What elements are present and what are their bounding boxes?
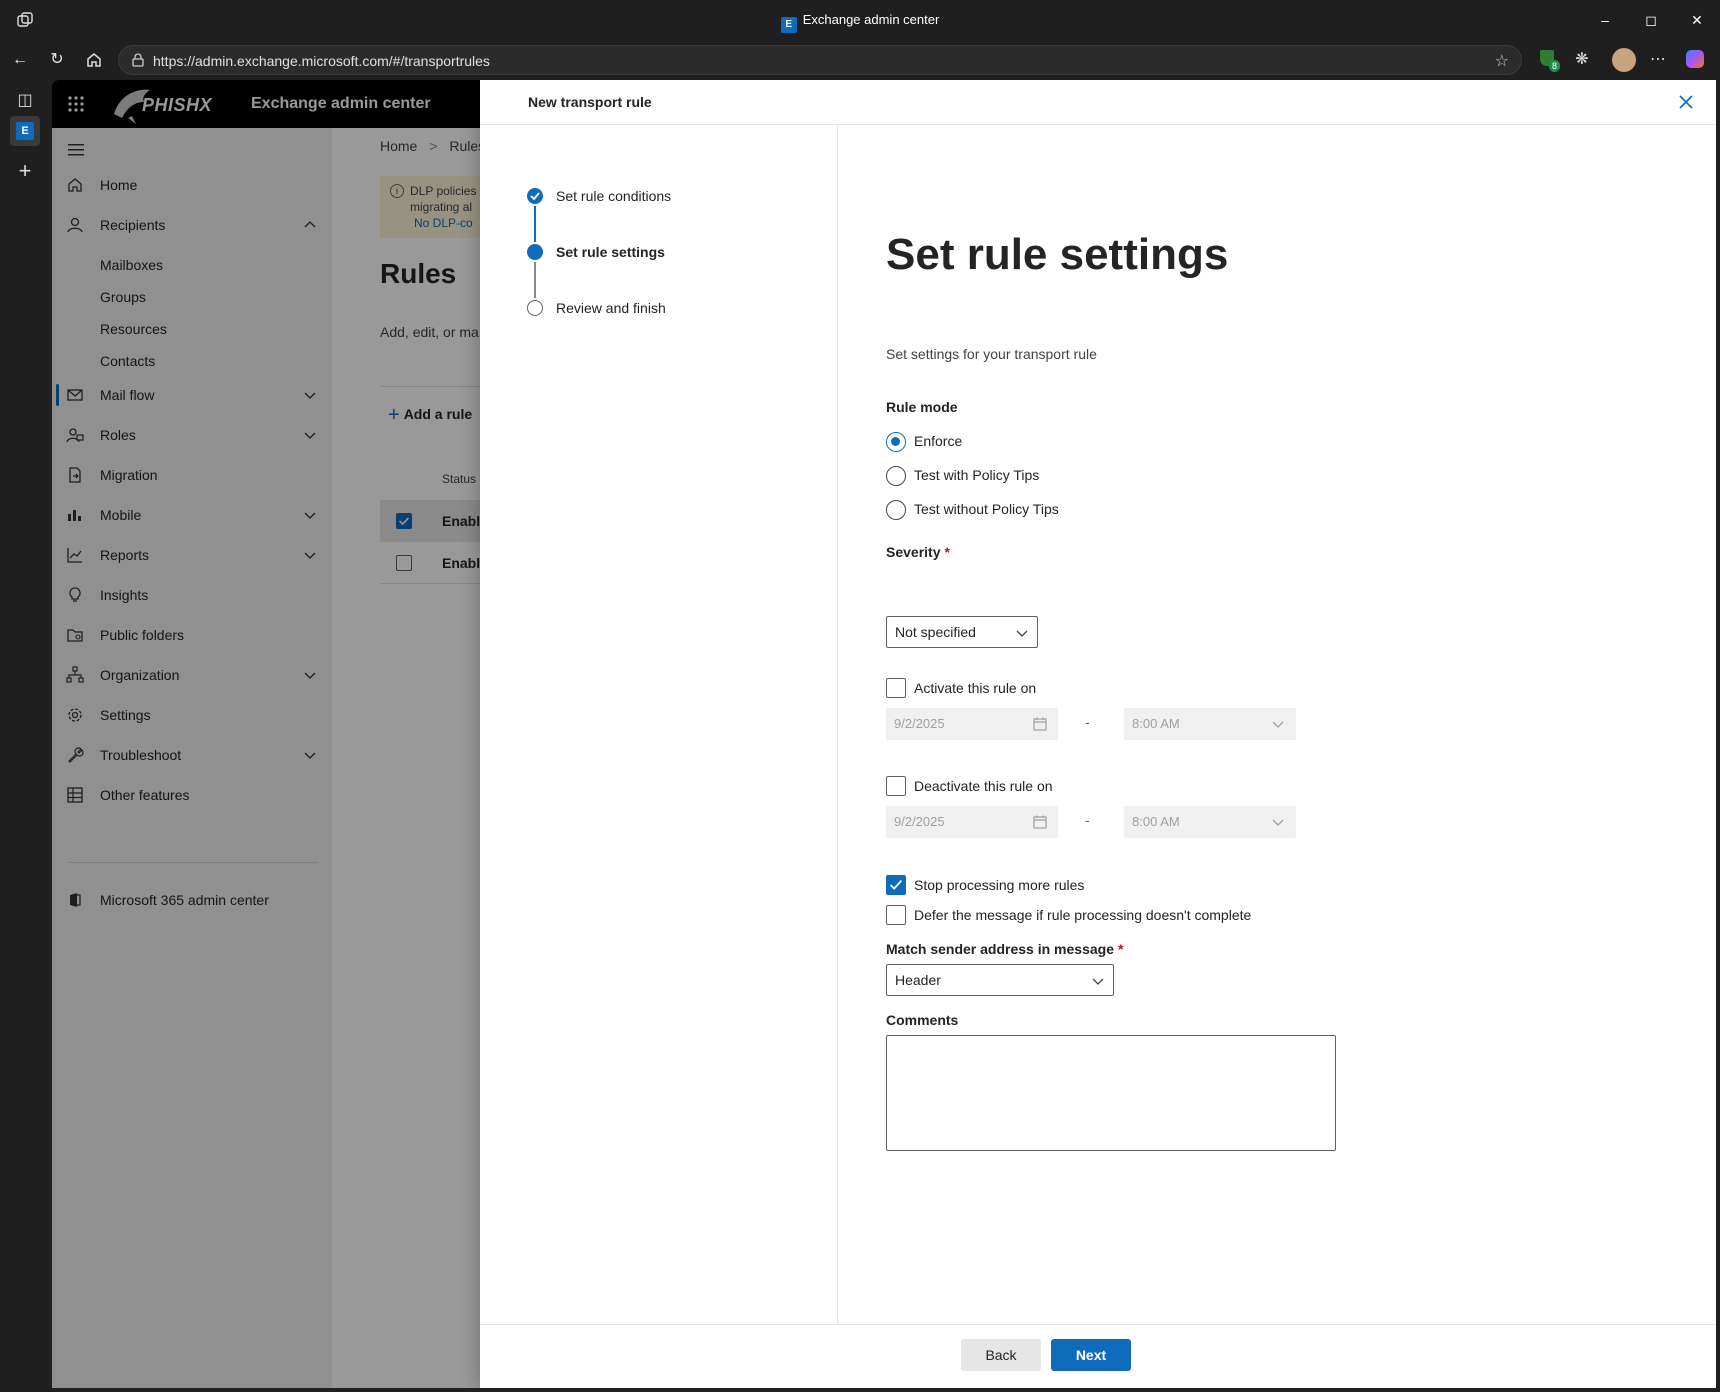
back-button[interactable]: Back [961,1339,1041,1371]
tab-actions-icon[interactable]: ◫ [10,86,40,116]
more-options-icon[interactable]: ⋯ [1648,50,1668,70]
step-current-icon [527,244,543,260]
checkmark-icon [889,879,903,890]
tab-exchange-admin[interactable]: E [10,116,40,146]
required-mark: * [1118,941,1124,957]
panel-content: Set rule settings Set settings for your … [838,126,1716,1326]
window-title-text: Exchange admin center [802,12,940,27]
severity-label-text: Severity [886,544,941,560]
maximize-button[interactable]: ◻ [1628,8,1674,32]
step-complete-icon [527,188,543,204]
exchange-app-icon: E [780,17,797,33]
panel-header: New transport rule [480,80,1716,125]
rule-mode-label: Rule mode [886,399,958,415]
activate-date-field: 9/2/2025 [886,708,1058,740]
section-subheading: Set settings for your transport rule [886,346,1097,362]
comments-label: Comments [886,1012,959,1028]
extensions-puzzle-icon[interactable]: ❋ [1572,50,1592,70]
activate-time-value: 8:00 AM [1132,716,1180,731]
address-row: ← ↻ https://admin.exchange.microsoft.com… [0,40,1720,80]
section-heading: Set rule settings [886,230,1229,279]
match-sender-value: Header [895,972,941,988]
radio-enforce[interactable] [886,432,906,452]
step-connector [534,262,536,298]
close-icon[interactable] [1676,92,1696,112]
stop-processing-label[interactable]: Stop processing more rules [914,877,1084,893]
chevron-down-icon [1016,630,1028,637]
step-connector [534,206,536,242]
home-icon[interactable] [84,50,104,70]
url-text: https://admin.exchange.microsoft.com/#/t… [153,53,490,69]
chevron-down-icon [1272,721,1284,728]
step-pending-icon [527,300,543,316]
panel-title: New transport rule [528,94,652,110]
exchange-tab-icon: E [16,121,34,140]
chevron-down-icon [1272,819,1284,826]
severity-label: Severity * [886,544,950,560]
comments-textarea[interactable] [886,1035,1336,1151]
activate-rule-checkbox[interactable] [886,678,906,698]
radio-enforce-label[interactable]: Enforce [914,433,962,449]
next-button[interactable]: Next [1051,1339,1131,1371]
back-arrow-icon[interactable]: ← [10,50,30,70]
severity-value: Not specified [895,624,976,640]
chevron-down-icon [1092,978,1104,985]
radio-test-without-label[interactable]: Test without Policy Tips [914,501,1059,517]
stop-processing-checkbox[interactable] [886,875,906,895]
match-sender-dropdown[interactable]: Header [886,964,1114,996]
minimize-button[interactable]: – [1582,8,1628,32]
extension-badge: 8 [1549,60,1561,72]
calendar-icon [1033,717,1047,731]
profile-avatar[interactable] [1612,48,1636,72]
panel-footer: Back Next [480,1324,1716,1388]
range-dash: - [1085,812,1090,828]
new-tab-plus-icon[interactable]: + [10,156,40,186]
radio-test-with-policy-tips[interactable] [886,466,906,486]
close-window-button[interactable]: ✕ [1674,8,1720,32]
copilot-icon[interactable] [1685,50,1705,70]
activate-rule-label[interactable]: Activate this rule on [914,680,1036,696]
address-bar[interactable]: https://admin.exchange.microsoft.com/#/t… [118,45,1522,75]
match-sender-label-text: Match sender address in message [886,941,1114,957]
wizard-stepper: Set rule conditions Set rule settings Re… [480,126,838,1326]
activate-time-field: 8:00 AM [1124,708,1296,740]
step-set-rule-conditions[interactable]: Set rule conditions [556,188,671,204]
range-dash: - [1085,714,1090,730]
deactivate-date-field: 9/2/2025 [886,806,1058,838]
defer-message-label[interactable]: Defer the message if rule processing doe… [914,907,1251,923]
new-transport-rule-panel: New transport rule Set rule conditions S… [480,80,1716,1388]
site-info-icon[interactable] [131,53,145,67]
deactivate-time-field: 8:00 AM [1124,806,1296,838]
deactivate-time-value: 8:00 AM [1132,814,1180,829]
extension-shield-icon[interactable]: 8 [1537,50,1561,72]
deactivate-rule-checkbox[interactable] [886,776,906,796]
step-set-rule-settings[interactable]: Set rule settings [556,244,665,260]
radio-test-without-policy-tips[interactable] [886,500,906,520]
radio-test-with-label[interactable]: Test with Policy Tips [914,467,1039,483]
required-mark: * [944,544,950,560]
defer-message-checkbox[interactable] [886,905,906,925]
calendar-icon [1033,815,1047,829]
match-sender-label: Match sender address in message * [886,941,1123,957]
vertical-tabs-strip: ◫ E + [0,80,50,1392]
severity-dropdown[interactable]: Not specified [886,616,1038,648]
activate-date-value: 9/2/2025 [894,716,945,731]
favorite-star-icon[interactable]: ☆ [1495,51,1509,71]
window-title: E Exchange admin center [0,12,1720,33]
step-review-and-finish[interactable]: Review and finish [556,300,666,316]
exchange-admin-app: PHISHX Exchange admin center Home Recipi… [52,80,1716,1388]
deactivate-rule-label[interactable]: Deactivate this rule on [914,778,1053,794]
refresh-icon[interactable]: ↻ [47,50,67,70]
browser-window: E Exchange admin center – ◻ ✕ ← ↻ https:/… [0,0,1720,1392]
title-bar: E Exchange admin center – ◻ ✕ [0,0,1720,40]
deactivate-date-value: 9/2/2025 [894,814,945,829]
